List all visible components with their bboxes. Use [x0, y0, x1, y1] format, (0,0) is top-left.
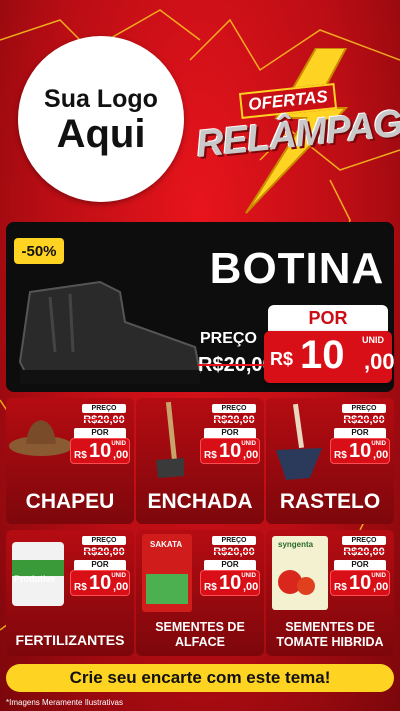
- cents: ,00: [243, 581, 259, 593]
- product-card-chapeu: PREÇO R$20,00 POR UNID R$ 10 ,00 CHAPEU: [6, 398, 134, 524]
- por-label: POR: [204, 560, 256, 570]
- product-name: CHAPEU: [25, 490, 115, 513]
- por-label: POR: [204, 428, 256, 438]
- enchada-image: [156, 401, 184, 478]
- unid-label: UNID: [241, 573, 256, 579]
- old-price: R$20,00: [83, 546, 125, 558]
- seed-brand: syngenta: [278, 540, 314, 549]
- price: 10: [349, 440, 372, 462]
- product-name: ENCHADA: [147, 490, 253, 513]
- cents: ,00: [113, 449, 129, 461]
- featured-cents: ,00: [364, 349, 395, 374]
- featured-price: 10: [300, 333, 345, 377]
- product-name-line2: ALFACE: [175, 635, 225, 649]
- chapeu-image: [9, 420, 73, 456]
- price: 10: [89, 572, 112, 594]
- product-card-sementes-tomate: syngenta PREÇO R$20,00 POR UNID R$ 10 ,0…: [266, 530, 394, 656]
- currency: R$: [334, 582, 347, 593]
- seed-brand: SAKATA: [150, 540, 183, 549]
- product-card-sementes-alface: SAKATA PREÇO R$20,00 POR UNID R$ 10 ,00 …: [136, 530, 264, 656]
- por-label: POR: [334, 560, 386, 570]
- unid-label: UNID: [371, 573, 386, 579]
- preco-label: PREÇO: [82, 536, 126, 545]
- currency: R$: [74, 450, 87, 461]
- product-name: FERTILIZANTES: [15, 632, 125, 648]
- currency: R$: [74, 582, 87, 593]
- featured-currency: R$: [270, 349, 294, 369]
- old-price: R$20,00: [343, 546, 385, 558]
- cta-banner[interactable]: Crie seu encarte com este tema!: [6, 664, 394, 692]
- price-box: UNID R$ 10 ,00: [330, 570, 390, 596]
- product-card-rastelo: PREÇO R$20,00 POR UNID R$ 10 ,00 RASTELO: [266, 398, 394, 524]
- preco-label: PREÇO: [212, 404, 256, 413]
- por-label: POR: [74, 560, 126, 570]
- product-card-enchada: PREÇO R$20,00 POR UNID R$ 10 ,00 ENCHADA: [136, 398, 264, 524]
- price-box: UNID R$ 10 ,00: [70, 438, 130, 464]
- preco-label: PREÇO: [342, 536, 386, 545]
- unid-label: UNID: [371, 441, 386, 447]
- logo-placeholder: Sua Logo Aqui: [18, 36, 184, 202]
- preco-label: PREÇO: [82, 404, 126, 413]
- featured-product-name: BOTINA: [209, 244, 385, 293]
- product-name-line2: TOMATE HIBRIDA: [276, 635, 384, 649]
- logo-line2: Aqui: [56, 111, 146, 156]
- cents: ,00: [373, 449, 389, 461]
- unid-label: UNID: [111, 573, 126, 579]
- old-price: R$20,00: [83, 414, 125, 426]
- discount-badge: -50%: [14, 238, 64, 264]
- rastelo-image: [276, 403, 322, 480]
- product-name: RASTELO: [279, 490, 381, 513]
- por-label: POR: [334, 428, 386, 438]
- price-box: UNID R$ 10 ,00: [70, 570, 130, 596]
- product-name: SEMENTES DE TOMATE HIBRIDA: [266, 620, 394, 650]
- old-price: R$20,00: [213, 414, 255, 426]
- currency: R$: [204, 582, 217, 593]
- featured-preco-label: PREÇO: [200, 330, 257, 347]
- product-name: SEMENTES DE ALFACE: [136, 620, 264, 650]
- price-box: UNID R$ 10 ,00: [200, 438, 260, 464]
- cents: ,00: [373, 581, 389, 593]
- preco-label: PREÇO: [342, 404, 386, 413]
- product-name-line1: SEMENTES DE: [155, 620, 245, 634]
- price: 10: [219, 440, 242, 462]
- botina-image: [18, 280, 202, 384]
- price: 10: [219, 572, 242, 594]
- preco-label: PREÇO: [212, 536, 256, 545]
- cents: ,00: [113, 581, 129, 593]
- disclaimer-text: *Imagens Meramente Ilustrativas: [6, 698, 123, 707]
- ofertas-relampago-badge: OFERTAS RELÂMPAGO: [194, 48, 400, 218]
- unid-label: UNID: [241, 441, 256, 447]
- old-price: R$20,00: [343, 414, 385, 426]
- product-name-line1: SEMENTES DE: [285, 620, 375, 634]
- featured-unid-label: UNID: [362, 335, 384, 345]
- price-box: UNID R$ 10 ,00: [330, 438, 390, 464]
- unid-label: UNID: [111, 441, 126, 447]
- por-label: POR: [74, 428, 126, 438]
- featured-old-price: R$20,00: [198, 354, 274, 376]
- currency: R$: [204, 450, 217, 461]
- price: 10: [349, 572, 372, 594]
- featured-por-label: POR: [268, 305, 388, 331]
- old-price: R$20,00: [213, 546, 255, 558]
- logo-line1: Sua Logo: [44, 84, 158, 113]
- price-box: UNID R$ 10 ,00: [200, 570, 260, 596]
- currency: R$: [334, 450, 347, 461]
- featured-price-box: UNID R$ 10 ,00: [264, 331, 395, 383]
- cents: ,00: [243, 449, 259, 461]
- fertilizer-brand: Produtive: [14, 574, 56, 584]
- product-card-fertilizantes: Produtive PREÇO R$20,00 POR UNID R$ 10 ,…: [6, 530, 134, 656]
- price: 10: [89, 440, 112, 462]
